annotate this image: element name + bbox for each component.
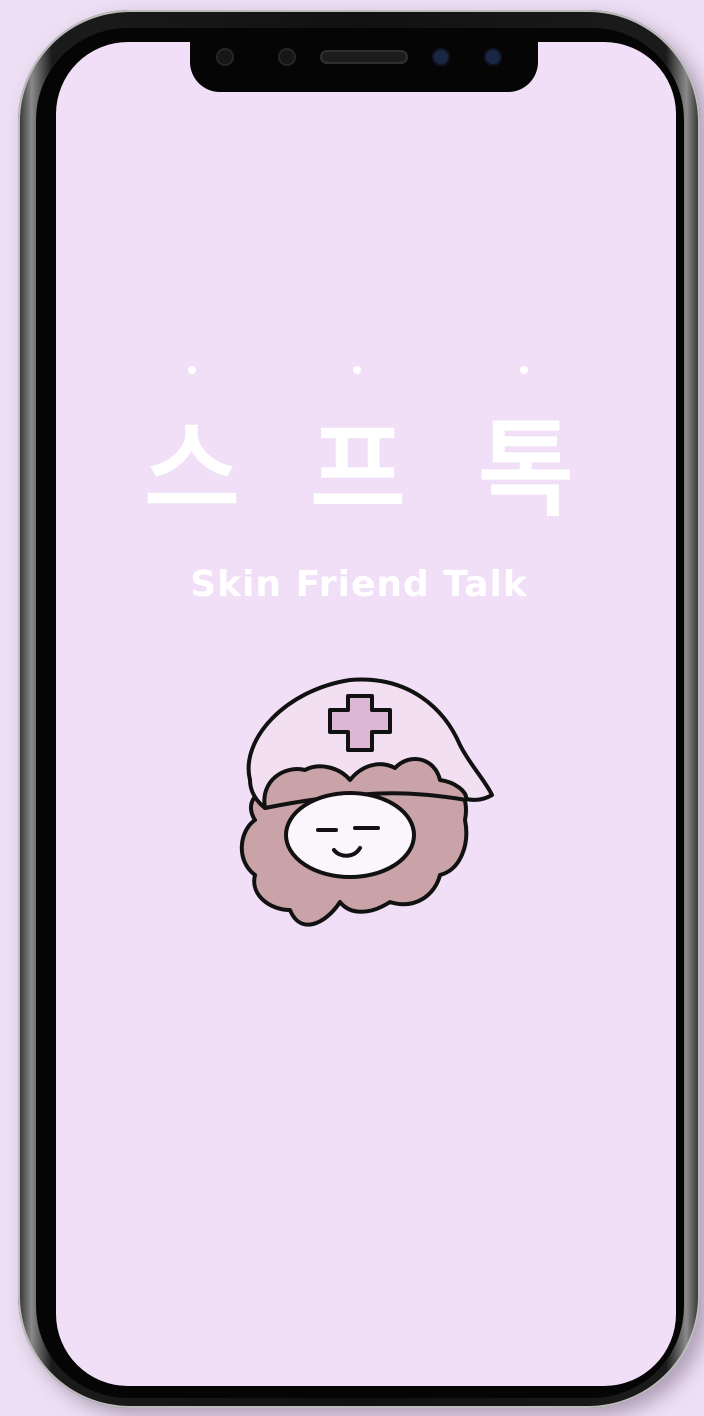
app-title-char: 프 [310, 409, 406, 531]
app-title-char: 스 [144, 409, 240, 531]
title-dot [188, 366, 196, 374]
title-dot [520, 366, 528, 374]
nurse-mascot-icon [239, 677, 494, 927]
app-subtitle: Skin Friend Talk [190, 564, 528, 605]
front-camera-icon [484, 48, 502, 66]
front-camera-icon [432, 48, 450, 66]
sensor-dot [216, 48, 234, 66]
phone-notch [190, 28, 538, 92]
title-dot [353, 366, 361, 374]
title-dots [0, 366, 704, 378]
app-title: 스 프 톡 [0, 405, 704, 535]
sensor-dot [278, 48, 296, 66]
app-title-char: 톡 [478, 409, 574, 531]
speaker-grille [320, 50, 408, 64]
page-background: 스 프 톡 Skin Friend Talk [0, 0, 704, 1416]
